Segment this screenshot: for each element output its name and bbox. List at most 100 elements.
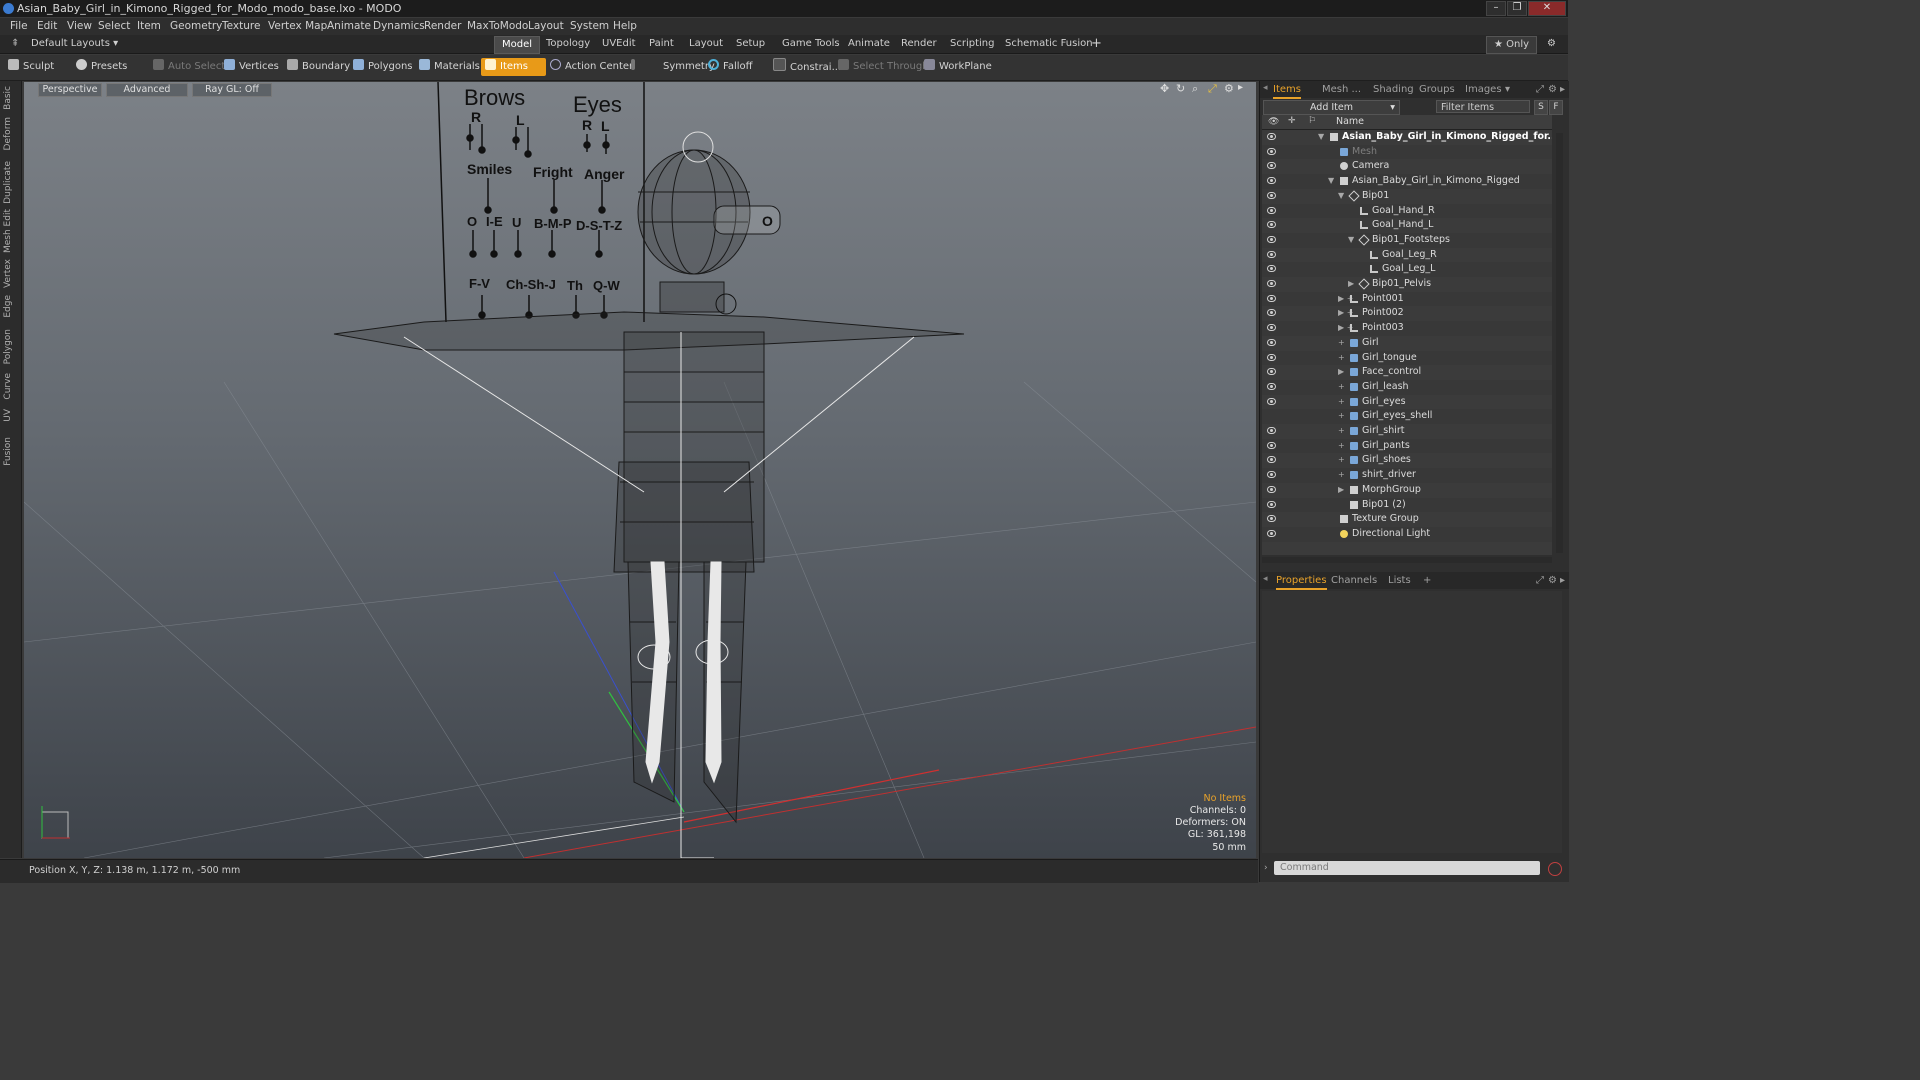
tab-deform[interactable]: Deform	[3, 117, 17, 150]
tab-uvedit[interactable]: UVEdit	[595, 36, 643, 52]
expand-toggle-icon[interactable]: ▶	[1338, 483, 1344, 498]
expand-toggle-icon[interactable]: ▼	[1338, 189, 1344, 204]
expand-toggle-icon[interactable]: +	[1338, 439, 1345, 454]
menu-item[interactable]: Item	[137, 20, 161, 32]
tab-properties[interactable]: Properties	[1276, 573, 1327, 590]
tab-shading[interactable]: Shading	[1373, 82, 1414, 97]
menu-animate[interactable]: Animate	[327, 20, 371, 32]
tab-setup[interactable]: Setup	[729, 36, 772, 52]
f-button[interactable]: F	[1549, 100, 1563, 115]
tree-row[interactable]: ▶ Face_control	[1262, 365, 1552, 380]
visibility-eye-icon[interactable]	[1267, 485, 1276, 493]
tab-channels[interactable]: Channels	[1331, 573, 1377, 588]
visibility-eye-icon[interactable]	[1267, 250, 1276, 258]
expand-toggle-icon[interactable]: +	[1338, 395, 1345, 410]
lock-column-icon[interactable]: ✛	[1288, 116, 1296, 126]
select-through-button[interactable]: Select Through	[838, 58, 929, 76]
tree-row[interactable]: + Girl_pants	[1262, 438, 1552, 454]
tree-row[interactable]: Goal_Hand_R	[1262, 203, 1552, 219]
add-tab-button[interactable]: +	[1084, 36, 1109, 52]
tab-edge[interactable]: Edge	[3, 295, 17, 318]
tab-render[interactable]: Render	[894, 36, 944, 52]
visibility-eye-icon[interactable]	[1267, 529, 1276, 537]
expand-toggle-icon[interactable]: ▼	[1328, 174, 1334, 189]
visibility-eye-icon[interactable]	[1267, 324, 1276, 332]
auto-select-button[interactable]: Auto Select	[153, 58, 225, 76]
presets-button[interactable]: Presets	[76, 58, 127, 76]
tab-polygon[interactable]: Polygon	[3, 329, 17, 364]
visibility-eye-icon[interactable]	[1267, 382, 1276, 390]
command-input[interactable]: Command	[1274, 861, 1540, 875]
tree-row[interactable]: Goal_Leg_R	[1262, 248, 1552, 263]
tree-row[interactable]: ▼ Asian_Baby_Girl_in_Kimono_Rigged	[1262, 174, 1552, 189]
tab-mesh-edit[interactable]: Mesh Edit	[3, 209, 17, 253]
tab-paint[interactable]: Paint	[642, 36, 681, 52]
visibility-eye-icon[interactable]	[1267, 368, 1276, 376]
tree-row[interactable]: ▼ Bip01_Footsteps	[1262, 232, 1552, 248]
polygons-button[interactable]: Polygons	[353, 58, 413, 76]
props-grip-icon[interactable]: ◂	[1263, 574, 1268, 584]
tab-uv[interactable]: UV	[3, 409, 17, 422]
tree-row[interactable]: Texture Group	[1262, 512, 1552, 527]
tree-row[interactable]: + Girl_tongue	[1262, 350, 1552, 366]
expand-toggle-icon[interactable]: +	[1338, 409, 1345, 424]
visibility-eye-icon[interactable]	[1267, 162, 1276, 170]
tree-row[interactable]: + Girl	[1262, 336, 1552, 351]
tab-fusion[interactable]: Fusion	[3, 437, 17, 466]
tree-row[interactable]: + Girl_shoes	[1262, 453, 1552, 468]
tab-mesh[interactable]: Mesh ...	[1322, 82, 1361, 97]
name-column-header[interactable]: Name	[1336, 116, 1364, 127]
menu-maxtomodo[interactable]: MaxToModo	[467, 20, 528, 32]
tree-hscrollbar[interactable]	[1262, 557, 1552, 563]
expand-toggle-icon[interactable]: +	[1338, 351, 1345, 366]
expand-toggle-icon[interactable]: +	[1338, 468, 1345, 483]
visibility-eye-icon[interactable]	[1267, 191, 1276, 199]
add-props-tab-button[interactable]: +	[1423, 573, 1431, 588]
menu-texture[interactable]: Texture	[222, 20, 260, 32]
tree-row[interactable]: Camera	[1262, 159, 1552, 174]
visibility-eye-icon[interactable]	[1267, 206, 1276, 214]
tab-animate[interactable]: Animate	[841, 36, 897, 52]
visibility-eye-icon[interactable]	[1267, 133, 1276, 140]
items-button[interactable]: Items	[481, 58, 546, 76]
menu-dynamics[interactable]: Dynamics	[373, 20, 425, 32]
visibility-eye-icon[interactable]	[1267, 235, 1276, 243]
constraints-button[interactable]: Constrai...	[773, 58, 841, 76]
menu-help[interactable]: Help	[613, 20, 637, 32]
expand-toggle-icon[interactable]: +	[1338, 380, 1345, 395]
visibility-eye-icon[interactable]	[1267, 147, 1276, 155]
props-expand-icon[interactable]: ▸	[1560, 573, 1565, 588]
action-center-button[interactable]: Action Center	[550, 58, 633, 76]
tabs-dropdown-icon[interactable]: ▾	[1505, 82, 1510, 97]
tree-row[interactable]: ▼ Asian_Baby_Girl_in_Kimono_Rigged_for...	[1262, 130, 1552, 145]
panel-maximize-icon[interactable]: ⤢	[1536, 82, 1544, 97]
visibility-eye-icon[interactable]	[1267, 177, 1276, 185]
visibility-eye-icon[interactable]	[1267, 500, 1276, 508]
visibility-eye-icon[interactable]	[1267, 294, 1276, 302]
menu-view[interactable]: View	[67, 20, 92, 32]
expand-toggle-icon[interactable]: ▶	[1338, 365, 1344, 380]
tab-layout[interactable]: Layout	[682, 36, 730, 52]
filter-items-input[interactable]: Filter Items	[1436, 100, 1530, 113]
tree-row[interactable]: ▼ Bip01	[1262, 189, 1552, 204]
tree-row[interactable]: + shirt_driver	[1262, 468, 1552, 483]
symmetry-button[interactable]: Symmetry	[631, 58, 715, 76]
layout-selector[interactable]: Default Layouts ▾	[24, 36, 125, 52]
expand-toggle-icon[interactable]: ▶	[1348, 277, 1354, 292]
tree-row[interactable]: + Girl_shirt	[1262, 424, 1552, 439]
boundary-button[interactable]: Boundary	[287, 58, 350, 76]
panel-gear-icon[interactable]: ⚙	[1548, 82, 1557, 97]
visibility-eye-icon[interactable]	[1267, 280, 1276, 287]
tab-groups[interactable]: Groups	[1419, 82, 1455, 97]
visibility-column-icon[interactable]: 👁	[1268, 117, 1279, 127]
menu-edit[interactable]: Edit	[37, 20, 57, 32]
tree-row[interactable]: + Girl_eyes	[1262, 395, 1552, 410]
expand-toggle-icon[interactable]: ▼	[1318, 130, 1324, 145]
visibility-eye-icon[interactable]	[1267, 427, 1276, 434]
tree-row[interactable]: ▶ MorphGroup	[1262, 483, 1552, 498]
type-column-icon[interactable]: ⚐	[1308, 116, 1316, 126]
falloff-button[interactable]: Falloff	[708, 58, 753, 76]
tab-basic[interactable]: Basic	[3, 86, 17, 110]
command-stop-icon[interactable]	[1548, 862, 1562, 876]
visibility-eye-icon[interactable]	[1267, 456, 1276, 464]
